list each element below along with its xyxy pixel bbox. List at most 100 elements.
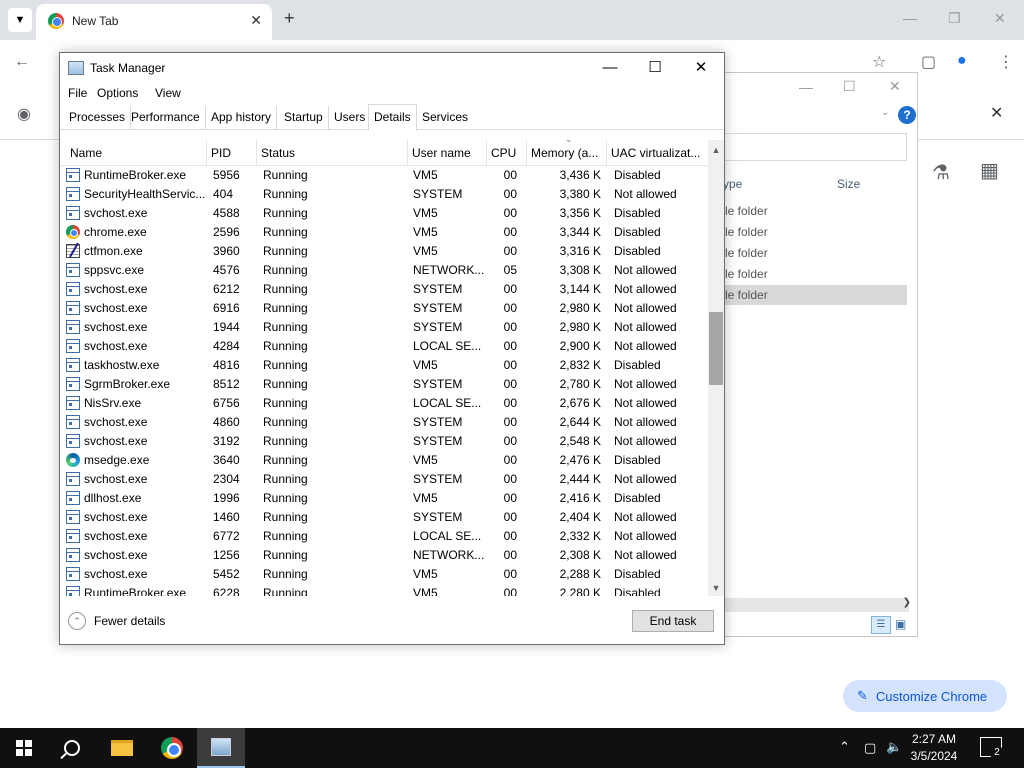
menu-view[interactable]: View [155,86,181,100]
column-header-uac-virtualization[interactable]: UAC virtualizat... [607,140,708,166]
table-row[interactable]: SecurityHealthServic... 404 Running SYSTEM 0… [60,185,708,204]
labs-flask-icon[interactable]: ⚗ [932,160,950,185]
tab-startup[interactable]: Startup [279,106,329,130]
process-status: Running [263,510,308,524]
close-icon[interactable]: ✕ [686,57,716,79]
taskbar-chrome[interactable] [148,728,196,768]
column-header-pid[interactable]: PID [207,140,257,166]
process-cpu: 00 [503,510,517,524]
close-window-icon[interactable]: ✕ [994,10,1006,27]
column-header-user-name[interactable]: User name [408,140,487,166]
volume-muted-icon[interactable]: 🔈 [886,739,902,755]
scroll-up-icon[interactable]: ▲ [708,142,724,158]
table-row[interactable]: ctfmon.exe 3960 Running VM5 00 3,316 K Disable… [60,242,708,261]
menu-file[interactable]: File [68,86,87,100]
list-item[interactable]: le folder [723,243,907,263]
list-item[interactable]: le folder [723,264,907,284]
table-row[interactable]: svchost.exe 4284 Running LOCAL SE... 00 2,900… [60,337,708,356]
large-icons-view-icon[interactable]: ▣ [895,617,906,631]
kebab-menu-icon[interactable]: ⋮ [998,52,1014,72]
list-item[interactable]: le folder [723,222,907,242]
table-row[interactable]: RuntimeBroker.exe 5956 Running VM5 00 3,436 K… [60,166,708,185]
process-cpu: 00 [503,320,517,334]
table-row[interactable]: taskhostw.exe 4816 Running VM5 00 2,832 K Disa… [60,356,708,375]
table-row[interactable]: svchost.exe 1944 Running SYSTEM 00 2,980 K Not… [60,318,708,337]
minimize-icon[interactable]: — [595,57,625,79]
horizontal-scrollbar[interactable]: ❯ [723,597,911,612]
apps-grid-icon[interactable]: ▦ [980,158,999,183]
fewer-details-button[interactable]: ⌃ Fewer details [68,612,165,630]
end-task-button[interactable]: End task [632,610,714,632]
table-row[interactable]: svchost.exe 6772 Running LOCAL SE... 00 2,332… [60,527,708,546]
close-bar-icon[interactable]: ✕ [990,103,1003,123]
process-uac: Not allowed [614,529,677,543]
list-item-selected[interactable]: le folder [723,285,907,305]
explorer-search-box[interactable] [723,133,907,161]
column-header-type[interactable]: ype [723,177,742,191]
taskbar-file-explorer[interactable] [98,728,146,768]
column-header-size[interactable]: Size [837,177,860,191]
table-row[interactable]: SgrmBroker.exe 8512 Running SYSTEM 00 2,780 K… [60,375,708,394]
table-row[interactable]: dllhost.exe 1996 Running VM5 00 2,416 K Disabl… [60,489,708,508]
profile-icon[interactable]: ● [957,52,967,70]
tab-performance[interactable]: Performance [126,106,206,130]
close-icon[interactable]: ✕ [889,78,901,95]
process-memory: 2,416 K [559,491,601,505]
scroll-down-icon[interactable]: ▼ [708,580,724,596]
table-row[interactable]: svchost.exe 4588 Running VM5 00 3,356 K Disabl… [60,204,708,223]
restore-icon[interactable]: ❐ [948,10,961,27]
table-row[interactable]: svchost.exe 1256 Running NETWORK... 00 2,308 … [60,546,708,565]
chevron-down-icon[interactable]: ⌄ [881,107,889,118]
list-item[interactable]: le folder [723,201,907,221]
customize-chrome-button[interactable]: ✎ Customize Chrome [843,680,1007,712]
table-row[interactable]: svchost.exe 5452 Running VM5 00 2,288 K Disabl… [60,565,708,584]
search-button[interactable] [48,728,96,768]
process-icon [66,434,80,448]
chevron-up-icon[interactable]: ⌃ [839,739,850,755]
table-row[interactable]: svchost.exe 6916 Running SYSTEM 00 2,980 K Not… [60,299,708,318]
table-row[interactable]: msedge.exe 3640 Running VM5 00 2,476 K Disable… [60,451,708,470]
details-view-icon[interactable]: ☰ [871,616,891,634]
chrome-tab-new-tab[interactable]: New Tab ✕ [36,4,272,40]
help-icon[interactable]: ? [898,106,916,124]
minimize-icon[interactable]: — [799,79,813,95]
clock[interactable]: 2:27 AM 3/5/2024 [904,731,964,765]
tab-search-button[interactable]: ▼ [8,8,32,32]
process-name: sppsvc.exe [84,263,145,277]
minimize-icon[interactable]: — [903,10,917,26]
table-row[interactable]: svchost.exe 1460 Running SYSTEM 00 2,404 K Not… [60,508,708,527]
menu-options[interactable]: Options [97,86,138,100]
side-panel-icon[interactable]: ▢ [921,52,936,72]
network-icon[interactable]: ▢ [864,740,876,756]
back-icon[interactable]: ← [14,53,30,71]
vertical-scrollbar[interactable]: ▲ ▼ [708,140,724,596]
column-header-memory[interactable]: Memory (a... [527,140,607,166]
process-uac: Disabled [614,586,661,596]
table-row[interactable]: svchost.exe 2304 Running SYSTEM 00 2,444 K Not… [60,470,708,489]
table-row[interactable]: svchost.exe 3192 Running SYSTEM 00 2,548 K Not… [60,432,708,451]
table-row[interactable]: sppsvc.exe 4576 Running NETWORK... 05 3,308 K… [60,261,708,280]
table-row[interactable]: chrome.exe 2596 Running VM5 00 3,344 K Disable… [60,223,708,242]
start-button[interactable] [0,728,48,768]
taskbar-task-manager[interactable] [197,728,245,768]
new-tab-button[interactable]: + [284,8,295,29]
tab-processes[interactable]: Processes [64,106,132,130]
table-row[interactable]: svchost.exe 6212 Running SYSTEM 00 3,144 K Not… [60,280,708,299]
scrollbar-thumb[interactable] [709,312,723,385]
star-icon[interactable]: ☆ [872,52,886,72]
maximize-icon[interactable]: ☐ [843,78,856,95]
table-row[interactable]: svchost.exe 4860 Running SYSTEM 00 2,644 K Not… [60,413,708,432]
column-header-cpu[interactable]: CPU [487,140,527,166]
tab-details[interactable]: Details [368,104,417,131]
close-icon[interactable]: ✕ [250,12,262,29]
tab-users[interactable]: Users [329,106,372,130]
task-manager-titlebar[interactable]: Task Manager — ☐ ✕ [60,53,724,83]
column-header-status[interactable]: Status [257,140,408,166]
tab-services[interactable]: Services [417,106,473,130]
tab-app-history[interactable]: App history [206,106,278,130]
scroll-right-icon[interactable]: ❯ [903,597,911,608]
maximize-icon[interactable]: ☐ [640,57,670,79]
column-header-name[interactable]: Name [66,140,207,166]
table-row[interactable]: NisSrv.exe 6756 Running LOCAL SE... 00 2,676 … [60,394,708,413]
table-row[interactable]: RuntimeBroker.exe 6228 Running VM5 00 2,280 K… [60,584,708,596]
